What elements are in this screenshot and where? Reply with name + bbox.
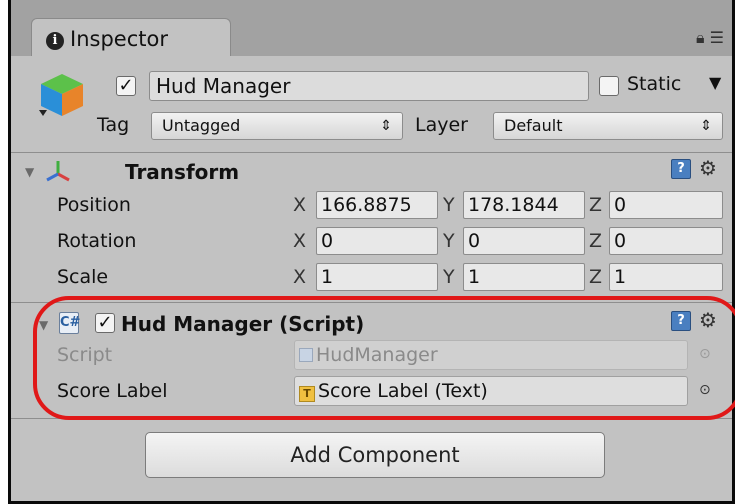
tag-value: Untagged xyxy=(162,116,241,135)
layer-value: Default xyxy=(504,116,563,135)
layer-dropdown[interactable]: Default ⇕ xyxy=(493,112,723,140)
axis-z-label[interactable]: Z xyxy=(589,266,602,288)
axis-y-label[interactable]: Y xyxy=(443,194,455,216)
divider xyxy=(11,152,732,153)
axis-z-label[interactable]: Z xyxy=(589,230,602,252)
scale-label: Scale xyxy=(57,266,109,288)
tab-strip: i Inspector 🔒︎ ☰ xyxy=(11,0,732,58)
axis-z-label[interactable]: Z xyxy=(589,194,602,216)
help-book-icon[interactable]: ? xyxy=(671,159,691,179)
active-checkbox[interactable]: ✓ xyxy=(116,76,136,96)
rotation-y-field[interactable]: 0 xyxy=(463,227,585,255)
help-book-icon[interactable]: ? xyxy=(671,311,691,331)
static-checkbox[interactable] xyxy=(599,76,619,96)
divider xyxy=(11,302,732,303)
static-label: Static xyxy=(627,73,682,95)
rotation-label: Rotation xyxy=(57,230,137,252)
divider xyxy=(11,418,732,419)
position-x-field[interactable]: 166.8875 xyxy=(316,191,438,219)
gear-icon[interactable]: ⚙ xyxy=(699,308,717,332)
menu-icon[interactable]: ☰ xyxy=(710,28,724,47)
position-label: Position xyxy=(57,194,131,216)
position-y-field[interactable]: 178.1844 xyxy=(463,191,585,219)
inspector-window: i Inspector 🔒︎ ☰ ✓ Hud Manager Static ▼ T… xyxy=(8,0,735,504)
score-label-field[interactable]: T Score Label (Text) xyxy=(294,376,688,406)
static-dropdown-icon[interactable]: ▼ xyxy=(709,73,721,92)
score-label-value: Score Label (Text) xyxy=(318,380,488,402)
axis-x-label[interactable]: X xyxy=(293,230,306,252)
scale-x-field[interactable]: 1 xyxy=(316,263,438,291)
tab-inspector[interactable]: i Inspector xyxy=(31,18,231,58)
script-enabled-checkbox[interactable]: ✓ xyxy=(95,313,115,333)
axis-y-label[interactable]: Y xyxy=(443,230,455,252)
object-picker-icon[interactable]: ⊙ xyxy=(699,382,711,398)
rotation-x-field[interactable]: 0 xyxy=(316,227,438,255)
info-icon: i xyxy=(46,32,64,50)
position-z-field[interactable]: 0 xyxy=(609,191,723,219)
axis-x-label[interactable]: X xyxy=(293,194,306,216)
object-picker-icon: ⊙ xyxy=(699,346,711,362)
gear-icon[interactable]: ⚙ xyxy=(699,156,717,180)
fold-arrow-icon[interactable]: ▼ xyxy=(25,165,34,179)
scale-z-field[interactable]: 1 xyxy=(609,263,723,291)
layer-label: Layer xyxy=(415,114,468,136)
tag-label: Tag xyxy=(97,114,130,136)
dropdown-arrows-icon: ⇕ xyxy=(380,118,392,134)
dropdown-arrows-icon: ⇕ xyxy=(700,118,712,134)
script-field: HudManager xyxy=(294,340,688,370)
scale-y-field[interactable]: 1 xyxy=(463,263,585,291)
script-component-title[interactable]: Hud Manager (Script) xyxy=(121,312,364,336)
fold-arrow-icon[interactable]: ▼ xyxy=(39,318,48,332)
text-component-icon: T xyxy=(299,386,315,402)
gameobject-icon xyxy=(39,74,83,116)
score-label-label: Score Label xyxy=(57,380,168,402)
rotation-z-field[interactable]: 0 xyxy=(609,227,723,255)
script-value: HudManager xyxy=(316,344,438,366)
axis-x-label[interactable]: X xyxy=(293,266,306,288)
transform-axes-icon xyxy=(46,161,70,182)
script-label: Script xyxy=(57,344,113,366)
axis-y-label[interactable]: Y xyxy=(443,266,455,288)
transform-title[interactable]: Transform xyxy=(125,160,239,184)
csharp-script-icon: C# xyxy=(59,312,80,334)
object-name-field[interactable]: Hud Manager xyxy=(149,71,589,101)
script-file-icon xyxy=(299,348,313,362)
tag-dropdown[interactable]: Untagged ⇕ xyxy=(151,112,403,140)
lock-menu-icons[interactable]: 🔒︎ ☰ xyxy=(696,28,724,48)
lock-icon[interactable]: 🔒︎ xyxy=(696,28,705,47)
add-component-button[interactable]: Add Component xyxy=(145,432,605,478)
tab-inspector-label: Inspector xyxy=(70,27,168,51)
